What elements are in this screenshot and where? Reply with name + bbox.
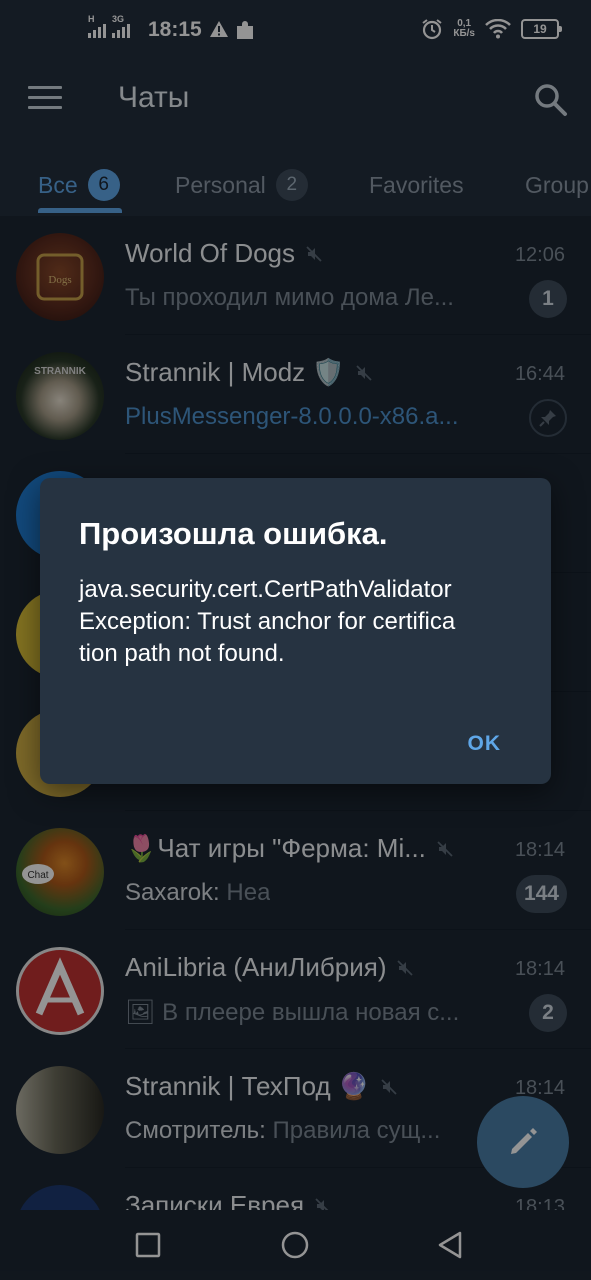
ok-button[interactable]: OK [468,732,502,756]
error-dialog: Произошла ошибка. java.security.cert.Cer… [40,478,551,784]
dialog-message: java.security.cert.CertPathValidatorExce… [79,576,456,667]
dialog-title: Произошла ошибка. [79,516,388,551]
